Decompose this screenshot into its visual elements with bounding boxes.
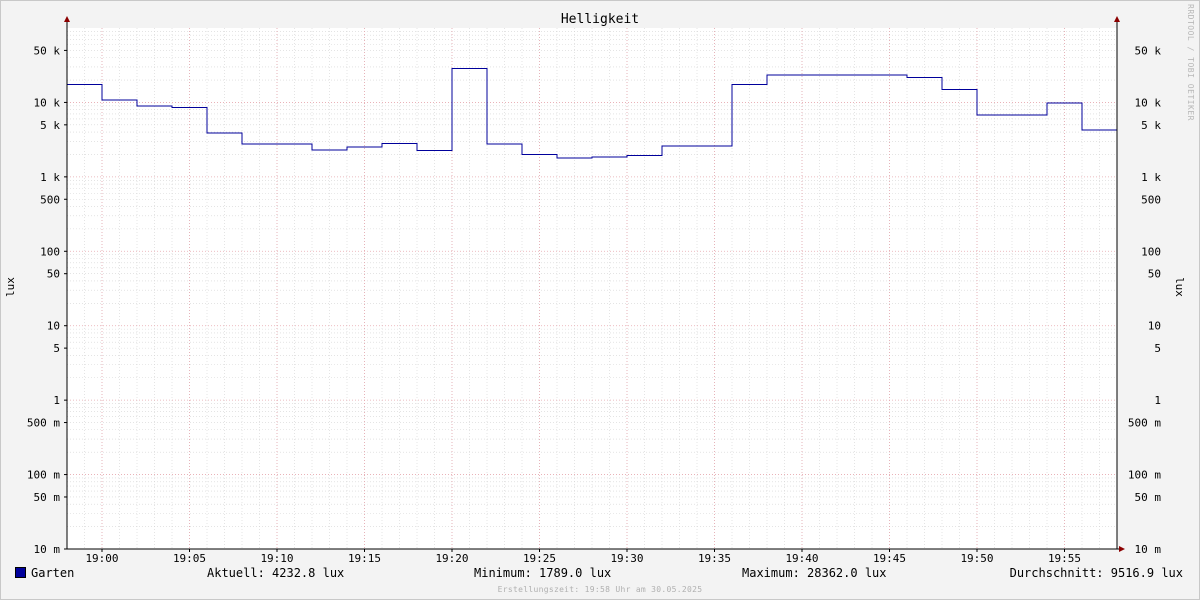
y-tick-label-left: 100	[40, 245, 60, 258]
y-tick-label-right: 5	[1154, 342, 1161, 355]
x-tick-label: 19:30	[610, 552, 643, 565]
rrdtool-watermark: RRDTOOL / TOBI OETIKER	[1186, 4, 1195, 121]
x-tick-label: 19:55	[1048, 552, 1081, 565]
legend: Garten Aktuell: 4232.8 lux Minimum: 1789…	[0, 566, 1200, 584]
creation-time: Erstellungszeit: 19:58 Uhr am 30.05.2025	[497, 585, 703, 594]
chart-canvas: Helligkeit lux lux 19:00 19:05 19:10 19:15 1…	[4, 12, 1186, 565]
y-tick-label-right: 100	[1141, 245, 1161, 258]
legend-entry-garten: Garten	[15, 566, 74, 580]
y-tick-label-left: 10	[47, 320, 60, 333]
y-tick-label-right: 50	[1148, 268, 1161, 281]
legend-swatch	[15, 567, 26, 578]
legend-series-label: Garten	[31, 566, 75, 580]
y-tick-label-right: 50 k	[1135, 44, 1162, 57]
y-tick-label-left: 5	[53, 342, 60, 355]
y-tick-label-right: 5 k	[1141, 119, 1161, 132]
y-tick-label-left: 10 k	[34, 96, 61, 109]
y-tick-label-right: 50 m	[1135, 491, 1162, 504]
legend-maximum: Maximum: 28362.0 lux	[742, 566, 887, 580]
y-tick-label-left: 50	[47, 268, 60, 281]
x-tick-label: 19:00	[85, 552, 118, 565]
y-tick-label-right: 500 m	[1128, 417, 1161, 430]
legend-average: Durchschnitt: 9516.9 lux	[1009, 566, 1183, 580]
y-tick-label-left: 1	[53, 394, 60, 407]
y-tick-label-right: 500	[1141, 193, 1161, 206]
x-tick-label: 19:40	[785, 552, 818, 565]
y-axis-arrow-left	[64, 16, 70, 22]
y-tick-label-left: 500 m	[27, 417, 60, 430]
grid	[67, 28, 1117, 549]
y-tick-label-right: 10	[1148, 320, 1161, 333]
x-tick-label: 19:20	[435, 552, 468, 565]
x-tick-label: 19:15	[348, 552, 381, 565]
y-tick-label-right: 100 m	[1128, 469, 1161, 482]
y-tick-label-left: 50 m	[34, 491, 61, 504]
y-tick-label-right: 1 k	[1141, 171, 1161, 184]
y-tick-label-left: 100 m	[27, 469, 60, 482]
x-tick-label: 19:35	[698, 552, 731, 565]
chart-title: Helligkeit	[561, 12, 639, 27]
y-tick-label-left: 5 k	[40, 119, 60, 132]
y-tick-label-left: 500	[40, 193, 60, 206]
y-tick-label-left: 10 m	[34, 543, 61, 556]
y-tick-label-right: 10 m	[1135, 543, 1162, 556]
x-tick-label: 19:05	[173, 552, 206, 565]
y-tick-label-right: 10 k	[1135, 96, 1162, 109]
y-axis-label-right: lux	[1173, 277, 1186, 297]
x-tick-label: 19:50	[960, 552, 993, 565]
legend-minimum: Minimum: 1789.0 lux	[474, 566, 612, 580]
x-tick-label: 19:10	[260, 552, 293, 565]
y-tick-label-left: 1 k	[40, 171, 60, 184]
y-axis-label-left: lux	[4, 277, 17, 297]
legend-current: Aktuell: 4232.8 lux	[207, 566, 345, 580]
x-tick-label: 19:25	[523, 552, 556, 565]
x-axis-arrow	[1119, 546, 1125, 552]
y-tick-label-right: 1	[1154, 394, 1161, 407]
x-tick-label: 19:45	[873, 552, 906, 565]
y-axis-arrow-right	[1114, 16, 1120, 22]
y-tick-label-left: 50 k	[34, 44, 61, 57]
